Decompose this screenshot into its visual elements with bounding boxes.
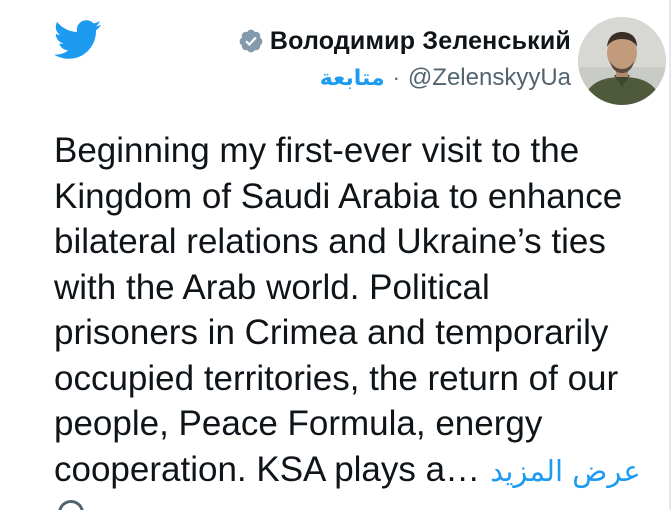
tweet-card[interactable]: Володимир Зеленський متابعة · @Zelenskyy…: [0, 0, 671, 510]
tweet-text-line: occupied territories, the return of our: [54, 358, 619, 398]
show-more-link[interactable]: عرض المزيد: [490, 454, 641, 488]
tweet-text-line: Kingdom of Saudi Arabia to enhance: [54, 176, 623, 216]
tweet-text-line: prisoners in Crimea and temporarily: [54, 313, 609, 352]
author-name-row[interactable]: Володимир Зеленський: [238, 24, 571, 58]
twitter-bird-icon[interactable]: [54, 20, 102, 60]
tweet-text-line: people, Peace Formula, energy: [54, 404, 543, 443]
verified-badge-icon: [238, 28, 264, 54]
author-block: Володимир Зеленський متابعة · @Zelenskyy…: [238, 24, 571, 94]
tweet-body: Beginning my first-ever visit to the Kin…: [54, 128, 669, 492]
tweet-text-line: cooperation. KSA plays a…: [54, 449, 481, 489]
clock-icon: [58, 500, 84, 510]
author-display-name[interactable]: Володимир Зеленський: [270, 27, 571, 56]
tweet-text-line: with the Arab world. Political: [54, 267, 490, 307]
separator-dot: ·: [392, 65, 400, 90]
follow-button[interactable]: متابعة: [320, 66, 385, 91]
author-handle[interactable]: @ZelenskyyUa: [408, 64, 571, 92]
tweet-text-line: Beginning my first-ever visit to the: [54, 131, 580, 170]
author-avatar[interactable]: [578, 17, 666, 105]
tweet-text-last-line: cooperation. KSA plays a… عرض المزيد: [54, 447, 669, 493]
author-handle-row: متابعة · @ZelenskyyUa: [238, 62, 571, 94]
tweet-text-line: bilateral relations and Ukraine’s ties: [54, 222, 606, 261]
